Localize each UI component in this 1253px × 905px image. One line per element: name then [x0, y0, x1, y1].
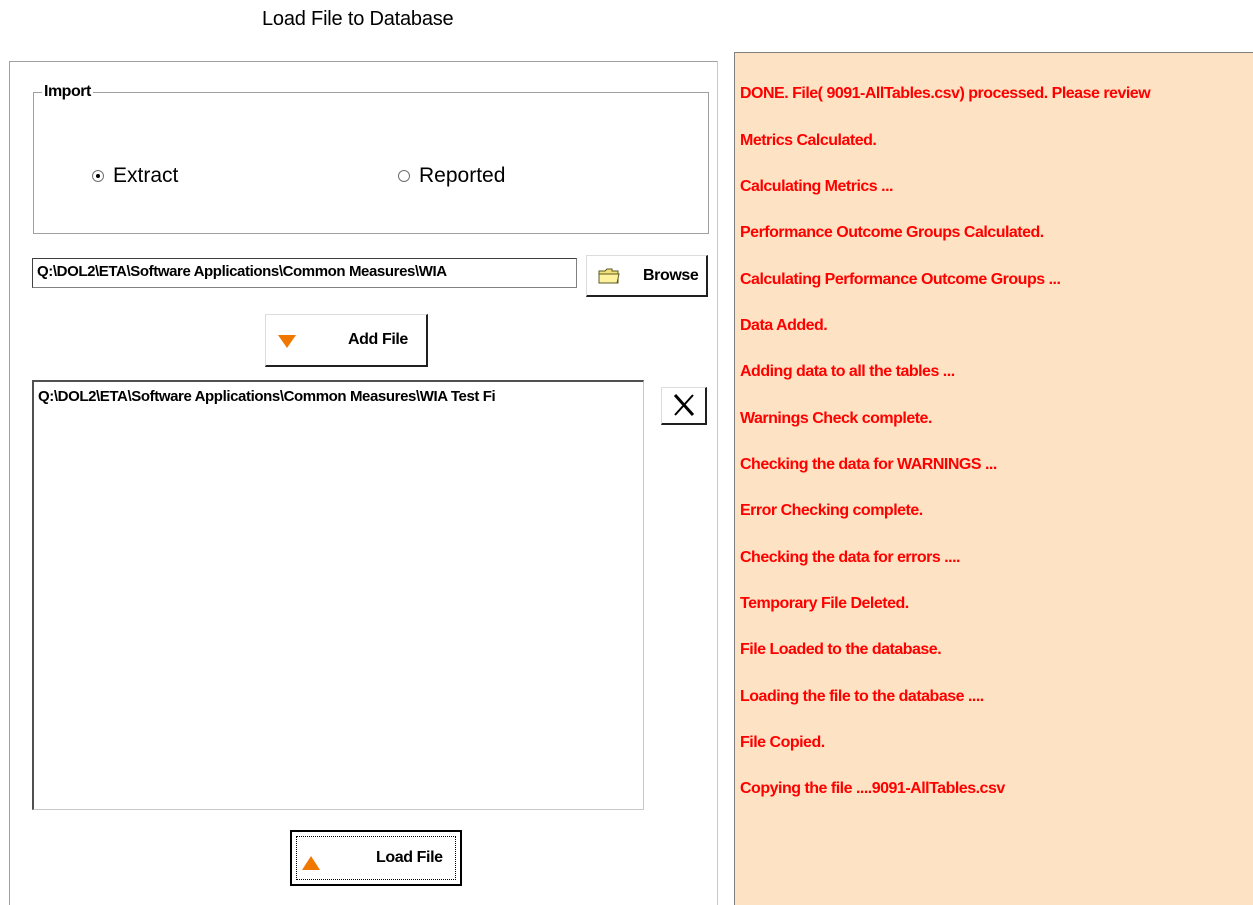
page-title: Load File to Database [262, 8, 454, 30]
add-file-button[interactable]: Add File [265, 314, 428, 367]
import-group-legend: Import [42, 83, 93, 101]
log-line: Performance Outcome Groups Calculated. [740, 224, 1044, 241]
log-line: Calculating Metrics ... [740, 178, 893, 195]
radio-extract-label: Extract [113, 164, 179, 187]
browse-button-label: Browse [643, 267, 699, 284]
log-line: Data Added. [740, 317, 828, 334]
import-group: Import Extract Reported [33, 83, 709, 234]
radio-extract[interactable]: Extract [92, 164, 178, 188]
log-line: Metrics Calculated. [740, 132, 877, 149]
radio-extract-indicator[interactable] [92, 170, 104, 182]
log-line: Checking the data for errors .... [740, 549, 961, 566]
up-arrow-icon [302, 856, 320, 870]
log-line: Warnings Check complete. [740, 410, 932, 427]
log-line: Checking the data for WARNINGS ... [740, 456, 997, 473]
log-line: File Loaded to the database. [740, 641, 942, 658]
load-file-button[interactable]: Load File [290, 830, 462, 886]
load-file-button-label: Load File [376, 849, 443, 866]
log-line: Error Checking complete. [740, 502, 923, 519]
add-file-button-label: Add File [348, 331, 408, 348]
file-list[interactable]: Q:\DOL2\ETA\Software Applications\Common… [32, 380, 644, 810]
browse-button[interactable]: Browse [586, 255, 708, 297]
log-line: Copying the file ....9091-AllTables.csv [740, 780, 1005, 797]
status-log-panel: DONE. File( 9091-AllTables.csv) processe… [734, 52, 1253, 905]
list-item[interactable]: Q:\DOL2\ETA\Software Applications\Common… [34, 382, 643, 411]
log-line: Calculating Performance Outcome Groups .… [740, 271, 1061, 288]
log-line: Adding data to all the tables ... [740, 363, 955, 380]
close-icon [673, 393, 695, 417]
log-line: File Copied. [740, 734, 825, 751]
load-file-window: Load File to Database Import Extract Rep… [0, 0, 1253, 905]
log-line: Loading the file to the database .... [740, 688, 984, 705]
log-line: DONE. File( 9091-AllTables.csv) processe… [740, 85, 1151, 102]
file-path-input[interactable]: Q:\DOL2\ETA\Software Applications\Common… [32, 258, 577, 288]
down-arrow-icon [278, 335, 296, 348]
log-line: Temporary File Deleted. [740, 595, 909, 612]
folder-icon [598, 268, 620, 284]
remove-file-button[interactable] [661, 387, 707, 425]
radio-reported[interactable]: Reported [398, 164, 505, 188]
radio-reported-label: Reported [419, 164, 506, 187]
radio-reported-indicator[interactable] [398, 170, 410, 182]
